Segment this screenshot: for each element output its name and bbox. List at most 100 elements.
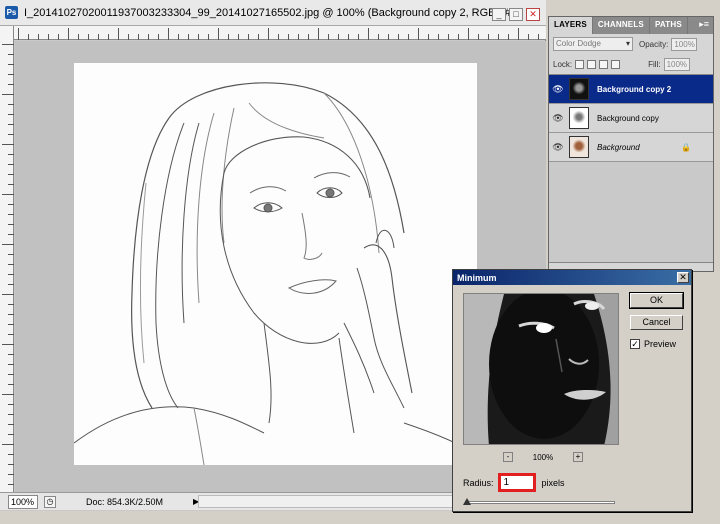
ruler-tick	[478, 34, 479, 40]
zoom-level-field[interactable]: 100%	[8, 494, 38, 509]
vertical-ruler[interactable]	[0, 26, 14, 492]
panel-menu-icon[interactable]: ▸≡	[695, 17, 713, 34]
eye-icon[interactable]: 👁	[549, 84, 567, 95]
ruler-tick	[68, 28, 69, 40]
ruler-tick	[8, 454, 14, 455]
layer-background-copy[interactable]: 👁 Background copy	[549, 104, 713, 133]
ruler-tick	[28, 34, 29, 40]
lock-pixels-icon[interactable]	[587, 59, 597, 69]
ruler-tick	[8, 84, 14, 85]
lock-all-icon[interactable]	[611, 59, 621, 69]
radius-label: Radius:	[463, 477, 494, 488]
ruler-tick	[238, 34, 239, 40]
ruler-tick	[8, 354, 14, 355]
ruler-tick	[498, 34, 499, 40]
ruler-tick	[318, 28, 319, 40]
ruler-tick	[8, 124, 14, 125]
cancel-button[interactable]: Cancel	[630, 315, 683, 330]
status-info-icon[interactable]: ◷	[44, 495, 56, 508]
ruler-tick	[8, 114, 14, 115]
ruler-tick	[2, 44, 14, 45]
zoom-in-button[interactable]: +	[573, 452, 583, 462]
ruler-tick	[288, 34, 289, 40]
ruler-tick	[8, 74, 14, 75]
ruler-tick	[8, 214, 14, 215]
layer-name: Background	[597, 142, 640, 152]
ruler-tick	[8, 364, 14, 365]
layer-background[interactable]: 👁 Background 🔒	[549, 133, 713, 162]
radius-input[interactable]: 1	[497, 473, 536, 492]
ruler-tick	[8, 304, 14, 305]
ruler-tick	[88, 34, 89, 40]
ruler-tick	[8, 284, 14, 285]
ruler-tick	[8, 474, 14, 475]
ruler-tick	[528, 34, 529, 40]
ruler-tick	[138, 34, 139, 40]
ruler-tick	[268, 28, 269, 40]
dialog-title-bar[interactable]: Minimum ✕	[453, 270, 691, 285]
ruler-tick	[368, 28, 369, 40]
opacity-field[interactable]: 100%	[671, 37, 698, 51]
ruler-tick	[8, 374, 14, 375]
ruler-tick	[2, 194, 14, 195]
fill-field[interactable]: 100%	[663, 57, 690, 71]
tab-channels[interactable]: CHANNELS	[593, 17, 650, 34]
ruler-tick	[518, 28, 519, 40]
ruler-tick	[48, 34, 49, 40]
ruler-tick	[8, 184, 14, 185]
tab-paths[interactable]: PATHS	[650, 17, 688, 34]
ruler-tick	[8, 334, 14, 335]
ruler-tick	[8, 434, 14, 435]
preview-zoom-value: 100%	[532, 452, 554, 462]
preview-toggle[interactable]: ✓ Preview	[630, 339, 676, 349]
blend-row: Color Dodge Opacity: 100%	[549, 34, 713, 54]
ruler-tick	[8, 154, 14, 155]
close-button[interactable]: ✕	[526, 8, 540, 21]
preview-checkbox[interactable]: ✓	[630, 339, 640, 349]
minimize-button[interactable]: _	[492, 8, 506, 21]
ruler-tick	[218, 28, 219, 40]
ruler-tick	[2, 444, 14, 445]
ok-button[interactable]: OK	[629, 292, 684, 309]
ruler-tick	[8, 314, 14, 315]
ruler-tick	[108, 34, 109, 40]
ruler-tick	[8, 254, 14, 255]
ruler-tick	[258, 34, 259, 40]
eye-icon[interactable]: 👁	[549, 113, 567, 124]
ruler-tick	[118, 28, 119, 40]
document-title-bar[interactable]: Ps I_20141027020011937003233304_99_20141…	[0, 0, 546, 26]
layer-background-copy-2[interactable]: 👁 Background copy 2	[549, 75, 713, 104]
ruler-tick	[58, 34, 59, 40]
radius-slider-thumb[interactable]	[462, 498, 471, 505]
zoom-out-button[interactable]: -	[503, 452, 513, 462]
layer-name: Background copy	[597, 113, 659, 123]
horizontal-ruler[interactable]	[14, 26, 546, 40]
filter-preview[interactable]	[463, 293, 619, 445]
lock-position-icon[interactable]	[599, 59, 609, 69]
layer-thumbnail	[569, 107, 589, 129]
ruler-tick	[248, 34, 249, 40]
ruler-tick	[8, 384, 14, 385]
photoshop-icon: Ps	[5, 6, 18, 19]
sketch-image[interactable]	[74, 63, 477, 465]
ruler-tick	[328, 34, 329, 40]
fill-label: Fill:	[648, 59, 661, 69]
lock-transparent-icon[interactable]	[575, 59, 585, 69]
ruler-tick	[418, 28, 419, 40]
radius-slider-track[interactable]	[465, 501, 615, 504]
eye-icon[interactable]: 👁	[549, 142, 567, 153]
ruler-tick	[8, 224, 14, 225]
layers-panel: LAYERS CHANNELS PATHS ▸≡ Color Dodge Opa…	[548, 16, 714, 272]
preview-zoom-controls: - 100% +	[503, 452, 583, 462]
ruler-tick	[508, 34, 509, 40]
preview-label: Preview	[644, 339, 677, 349]
blend-mode-select[interactable]: Color Dodge	[553, 37, 633, 51]
lock-icon: 🔒	[681, 142, 691, 152]
dialog-close-button[interactable]: ✕	[677, 272, 689, 283]
ruler-tick	[8, 424, 14, 425]
ruler-tick	[78, 34, 79, 40]
inverted-face-preview	[464, 294, 618, 444]
maximize-button[interactable]: □	[509, 8, 523, 21]
ruler-tick	[188, 34, 189, 40]
tab-layers[interactable]: LAYERS	[549, 17, 593, 34]
